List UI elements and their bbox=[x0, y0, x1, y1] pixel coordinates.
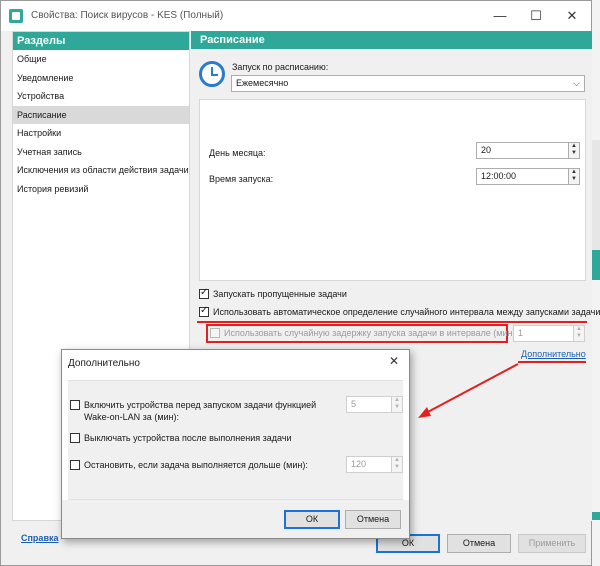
dialog-footer: ОК Отмена bbox=[62, 500, 409, 538]
wake-on-lan-stepper[interactable]: 5 ▲ ▼ bbox=[346, 396, 403, 413]
dialog-title: Дополнительно bbox=[68, 358, 140, 369]
dialog-body: Включить устройства перед запуском задач… bbox=[68, 380, 403, 500]
checkbox-box[interactable] bbox=[70, 400, 80, 410]
stop-after-checkbox[interactable]: Остановить, если задача выполняется доль… bbox=[70, 460, 308, 470]
dialog-cancel-button[interactable]: Отмена bbox=[345, 510, 401, 529]
stepper-buttons[interactable]: ▲ ▼ bbox=[391, 457, 402, 472]
checkbox-box[interactable] bbox=[70, 460, 80, 470]
stop-after-value: 120 bbox=[351, 459, 367, 469]
up-arrow-icon[interactable]: ▲ bbox=[392, 397, 402, 404]
wake-on-lan-label-line1: Включить устройства перед запуском задач… bbox=[84, 400, 317, 410]
stop-after-label: Остановить, если задача выполняется доль… bbox=[84, 460, 308, 470]
wake-on-lan-value: 5 bbox=[351, 399, 357, 409]
up-arrow-icon[interactable]: ▲ bbox=[392, 457, 402, 464]
stepper-buttons[interactable]: ▲ ▼ bbox=[391, 397, 402, 412]
advanced-dialog: Дополнительно ✕ Включить устройства пере… bbox=[61, 349, 410, 539]
wake-on-lan-checkbox[interactable]: Включить устройства перед запуском задач… bbox=[70, 400, 316, 410]
down-arrow-icon[interactable]: ▼ bbox=[392, 464, 402, 471]
arrow-line bbox=[423, 363, 519, 415]
dialog-close-button[interactable]: ✕ bbox=[385, 354, 403, 368]
checkbox-box[interactable] bbox=[70, 433, 80, 443]
arrow-head bbox=[418, 407, 431, 418]
wake-on-lan-label-line2: Wake-on-LAN за (мин): bbox=[84, 412, 179, 422]
down-arrow-icon[interactable]: ▼ bbox=[392, 404, 402, 411]
dialog-ok-button[interactable]: ОК bbox=[284, 510, 340, 529]
stop-after-stepper[interactable]: 120 ▲ ▼ bbox=[346, 456, 403, 473]
shutdown-checkbox[interactable]: Выключать устройства после выполнения за… bbox=[70, 433, 292, 443]
shutdown-label: Выключать устройства после выполнения за… bbox=[84, 433, 292, 443]
